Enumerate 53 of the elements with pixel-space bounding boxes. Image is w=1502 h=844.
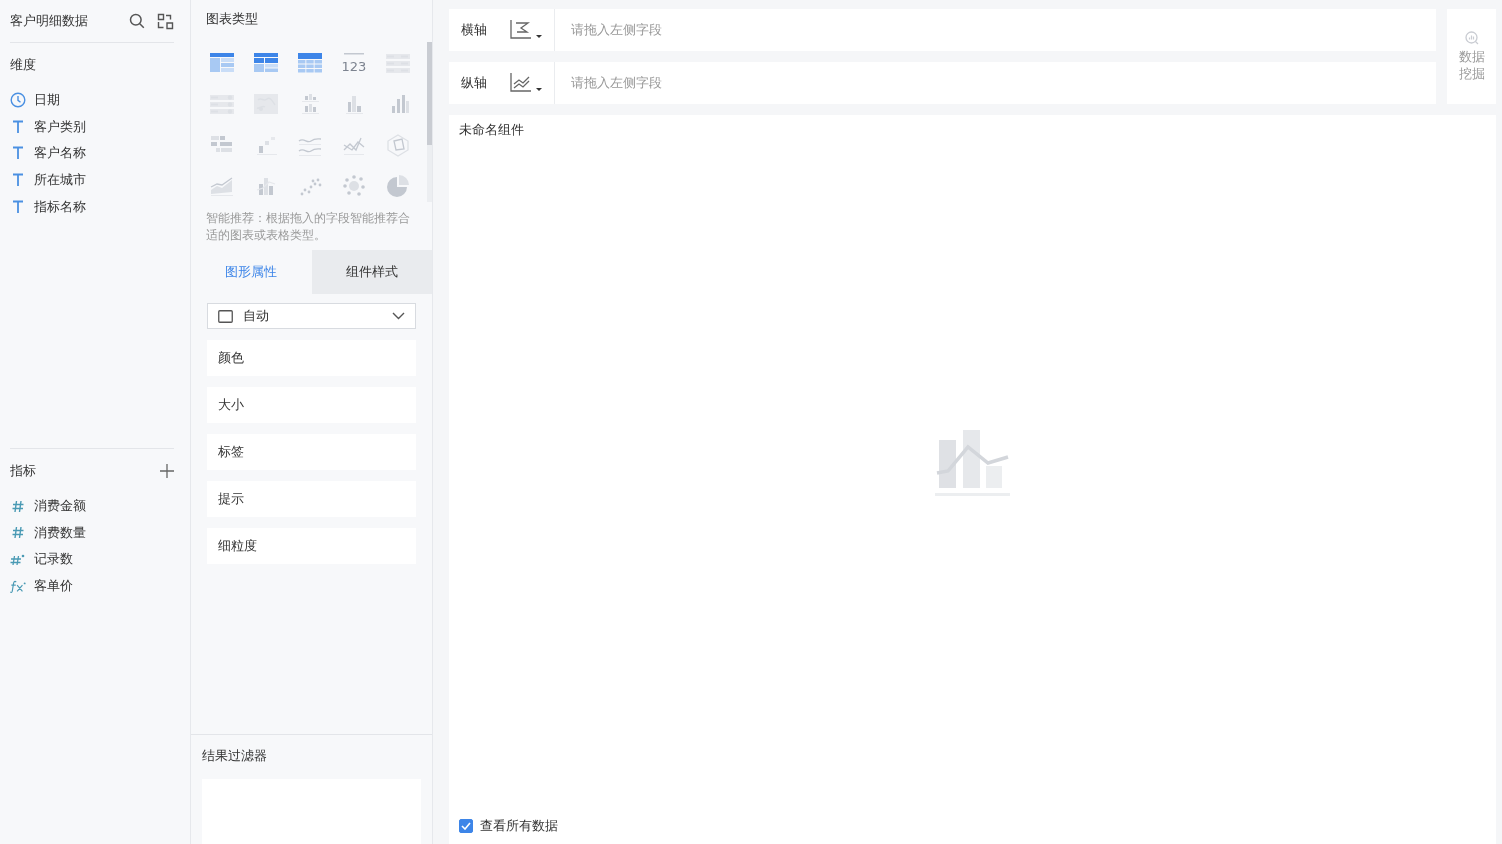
section-title: 维度: [10, 56, 36, 74]
text-type-icon: [10, 146, 26, 161]
field-item[interactable]: 记录数: [34, 550, 73, 569]
attribute-slot[interactable]: 提示: [207, 481, 416, 517]
text-type-icon: [10, 199, 26, 214]
section-title: 图表类型: [206, 10, 259, 28]
scrollbar[interactable]: [427, 42, 432, 145]
search-icon[interactable]: [129, 13, 145, 29]
widget-title: 未命名组件: [459, 121, 525, 139]
pie-chart-icon[interactable]: [384, 173, 412, 198]
text-type-icon: [10, 119, 26, 134]
bubble-chart-icon[interactable]: [340, 173, 368, 198]
radar-chart-icon[interactable]: [384, 132, 412, 157]
number-label: 123: [341, 58, 367, 74]
group-table-chart-icon[interactable]: [252, 50, 280, 75]
property-tab[interactable]: 组件样式: [311, 250, 432, 294]
function-icon: [10, 578, 26, 594]
hash-icon: [10, 499, 26, 513]
field-item[interactable]: 所在城市: [34, 171, 86, 190]
field-item[interactable]: 客户名称: [34, 144, 86, 163]
checkbox[interactable]: [459, 819, 473, 833]
axis-label: 纵轴: [460, 74, 488, 92]
field-item[interactable]: 指标名称: [34, 197, 86, 216]
dataset-title: 客户明细数据: [10, 12, 89, 30]
field-item[interactable]: 日期: [34, 91, 60, 110]
attribute-slot[interactable]: 细粒度: [207, 528, 416, 564]
section-title: 指标: [10, 462, 36, 480]
switch-dataset-icon[interactable]: [157, 12, 174, 30]
detail-table-chart-icon[interactable]: [296, 50, 324, 75]
attribute-slot[interactable]: 大小: [207, 387, 416, 423]
attribute-slot[interactable]: 颜色: [207, 340, 416, 376]
map-chart-icon[interactable]: [252, 91, 280, 116]
add-icon[interactable]: [160, 464, 174, 478]
clock-icon: [10, 92, 26, 109]
axis-chart-icon[interactable]: [509, 19, 545, 41]
recommendation-hint: 智能推荐：根据拖入的字段智能推荐合适的图表或表格类型。: [206, 210, 411, 244]
hash-count-icon: [10, 553, 26, 566]
field-item[interactable]: 客单价: [34, 577, 73, 596]
text-type-icon: [10, 173, 26, 188]
field-item[interactable]: 消费数量: [34, 523, 86, 542]
chart-magnifier-icon: [1464, 31, 1479, 45]
attribute-slot[interactable]: 标签: [207, 434, 416, 470]
field-item[interactable]: 消费金额: [34, 497, 86, 516]
mark-type-dropdown[interactable]: 自动: [207, 303, 416, 329]
square-icon: [218, 309, 233, 323]
checkbox-label: 查看所有数据: [480, 817, 558, 835]
chevron-down-icon: [392, 312, 405, 320]
section-title: 结果过滤器: [202, 748, 267, 763]
field-item[interactable]: 客户类别: [34, 117, 86, 136]
cross-table-chart-icon[interactable]: [208, 50, 236, 75]
axis-label: 横轴: [460, 21, 488, 39]
hash-icon: [10, 526, 26, 540]
line-chart-icon[interactable]: [509, 72, 545, 94]
